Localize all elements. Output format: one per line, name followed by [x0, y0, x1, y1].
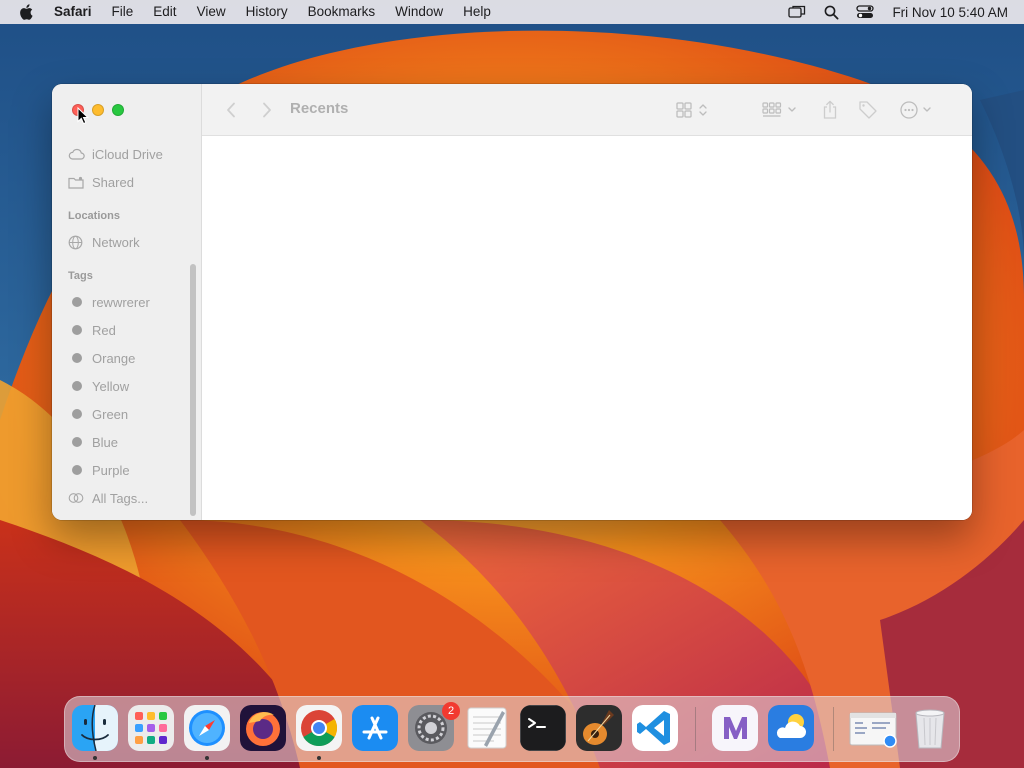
- dock-separator: [833, 707, 834, 751]
- sidebar-item-icloud-drive[interactable]: iCloud Drive: [52, 140, 202, 168]
- sidebar-tag-rewwrerer[interactable]: rewwrerer: [52, 288, 202, 316]
- dock-garageband-icon[interactable]: [576, 705, 622, 751]
- tag-icon[interactable]: [856, 98, 880, 122]
- sidebar-item-network[interactable]: Network: [52, 228, 202, 256]
- sidebar-item-label: Orange: [92, 350, 136, 366]
- more-actions-icon[interactable]: [898, 98, 938, 122]
- control-center-icon[interactable]: [848, 0, 882, 24]
- dock-weather-icon[interactable]: [768, 705, 814, 751]
- cloud-icon: [68, 148, 92, 160]
- sidebar-section-locations: Locations: [68, 210, 120, 222]
- finder-window: iCloud Drive Shared Locations Network Ta…: [52, 84, 972, 520]
- sidebar-item-label: Red: [92, 322, 116, 338]
- dock-chrome-icon[interactable]: [296, 705, 342, 751]
- forward-chevron-icon[interactable]: [258, 98, 276, 122]
- window-title: Recents: [290, 100, 349, 117]
- sidebar-tag-red[interactable]: Red: [52, 316, 202, 344]
- tag-dot-icon: [72, 381, 82, 391]
- menu-history[interactable]: History: [236, 0, 298, 24]
- mouse-cursor-icon: [77, 106, 90, 130]
- all-tags-icon: [68, 492, 92, 504]
- dock-trash-icon[interactable]: [907, 705, 953, 751]
- finder-toolbar: Recents: [202, 84, 972, 136]
- menu-window[interactable]: Window: [385, 0, 453, 24]
- menu-bookmarks[interactable]: Bookmarks: [298, 0, 386, 24]
- menu-app-name[interactable]: Safari: [52, 0, 102, 24]
- dock: 2: [64, 696, 960, 762]
- spotlight-search-icon[interactable]: [814, 0, 848, 24]
- dock-firefox-icon[interactable]: [240, 705, 286, 751]
- sidebar-tag-blue[interactable]: Blue: [52, 428, 202, 456]
- dock-app-store-icon[interactable]: [352, 705, 398, 751]
- dock-safari-icon[interactable]: [184, 705, 230, 751]
- sidebar-item-all-tags[interactable]: All Tags...: [52, 484, 202, 512]
- menu-help[interactable]: Help: [453, 0, 501, 24]
- sidebar-item-label: rewwrerer: [92, 294, 150, 310]
- menu-clock[interactable]: Fri Nov 10 5:40 AM: [882, 5, 1008, 20]
- dock-launchpad-icon[interactable]: [128, 705, 174, 751]
- sidebar-item-label: iCloud Drive: [92, 146, 163, 162]
- sidebar-tag-orange[interactable]: Orange: [52, 344, 202, 372]
- tag-dot-icon: [72, 353, 82, 363]
- menu-edit[interactable]: Edit: [143, 0, 186, 24]
- sidebar-item-label: Shared: [92, 174, 134, 190]
- tag-dot-icon: [72, 437, 82, 447]
- dock-separator: [695, 707, 696, 751]
- tag-dot-icon: [72, 409, 82, 419]
- sidebar-tag-green[interactable]: Green: [52, 400, 202, 428]
- sidebar-item-label: Green: [92, 406, 129, 422]
- share-icon[interactable]: [818, 98, 842, 122]
- finder-sidebar: iCloud Drive Shared Locations Network Ta…: [52, 84, 202, 520]
- running-indicator: [205, 756, 209, 760]
- running-indicator: [93, 756, 97, 760]
- sidebar-item-label: All Tags...: [92, 490, 149, 506]
- sidebar-list: iCloud Drive Shared Locations Network Ta…: [52, 140, 202, 512]
- sidebar-section-tags: Tags: [68, 270, 93, 282]
- shared-folder-icon: [68, 176, 92, 189]
- minimize-window-button[interactable]: [92, 104, 104, 116]
- dock-recent-document-icon[interactable]: [848, 705, 900, 751]
- globe-icon: [68, 235, 92, 250]
- back-chevron-icon[interactable]: [222, 98, 240, 122]
- sidebar-item-label: Network: [92, 234, 140, 250]
- zoom-window-button[interactable]: [112, 104, 124, 116]
- sidebar-tag-purple[interactable]: Purple: [52, 456, 202, 484]
- apple-menu-icon[interactable]: [0, 4, 52, 20]
- menu-view[interactable]: View: [187, 0, 236, 24]
- sidebar-item-shared[interactable]: Shared: [52, 168, 202, 196]
- notification-badge: 2: [442, 702, 460, 720]
- tag-dot-icon: [72, 465, 82, 475]
- menu-file[interactable]: File: [102, 0, 144, 24]
- dock-vscode-icon[interactable]: [632, 705, 678, 751]
- dock-finder-icon[interactable]: [72, 705, 118, 751]
- sidebar-item-label: Blue: [92, 434, 119, 450]
- finder-content-area[interactable]: [202, 136, 972, 520]
- sidebar-scrollbar[interactable]: [190, 264, 196, 516]
- sidebar-item-label: Purple: [92, 462, 130, 478]
- dock-visual-studio-icon[interactable]: [712, 705, 758, 751]
- dock-terminal-icon[interactable]: [520, 705, 566, 751]
- screen-mirroring-icon[interactable]: [780, 0, 814, 24]
- tag-dot-icon: [72, 325, 82, 335]
- group-by-icon[interactable]: [760, 98, 800, 122]
- tag-dot-icon: [72, 297, 82, 307]
- running-indicator: [317, 756, 321, 760]
- sidebar-item-label: Yellow: [92, 378, 130, 394]
- sidebar-tag-yellow[interactable]: Yellow: [52, 372, 202, 400]
- view-mode-grid-icon[interactable]: [672, 98, 712, 122]
- dock-textedit-icon[interactable]: [464, 705, 510, 751]
- menu-bar: Safari File Edit View History Bookmarks …: [0, 0, 1024, 24]
